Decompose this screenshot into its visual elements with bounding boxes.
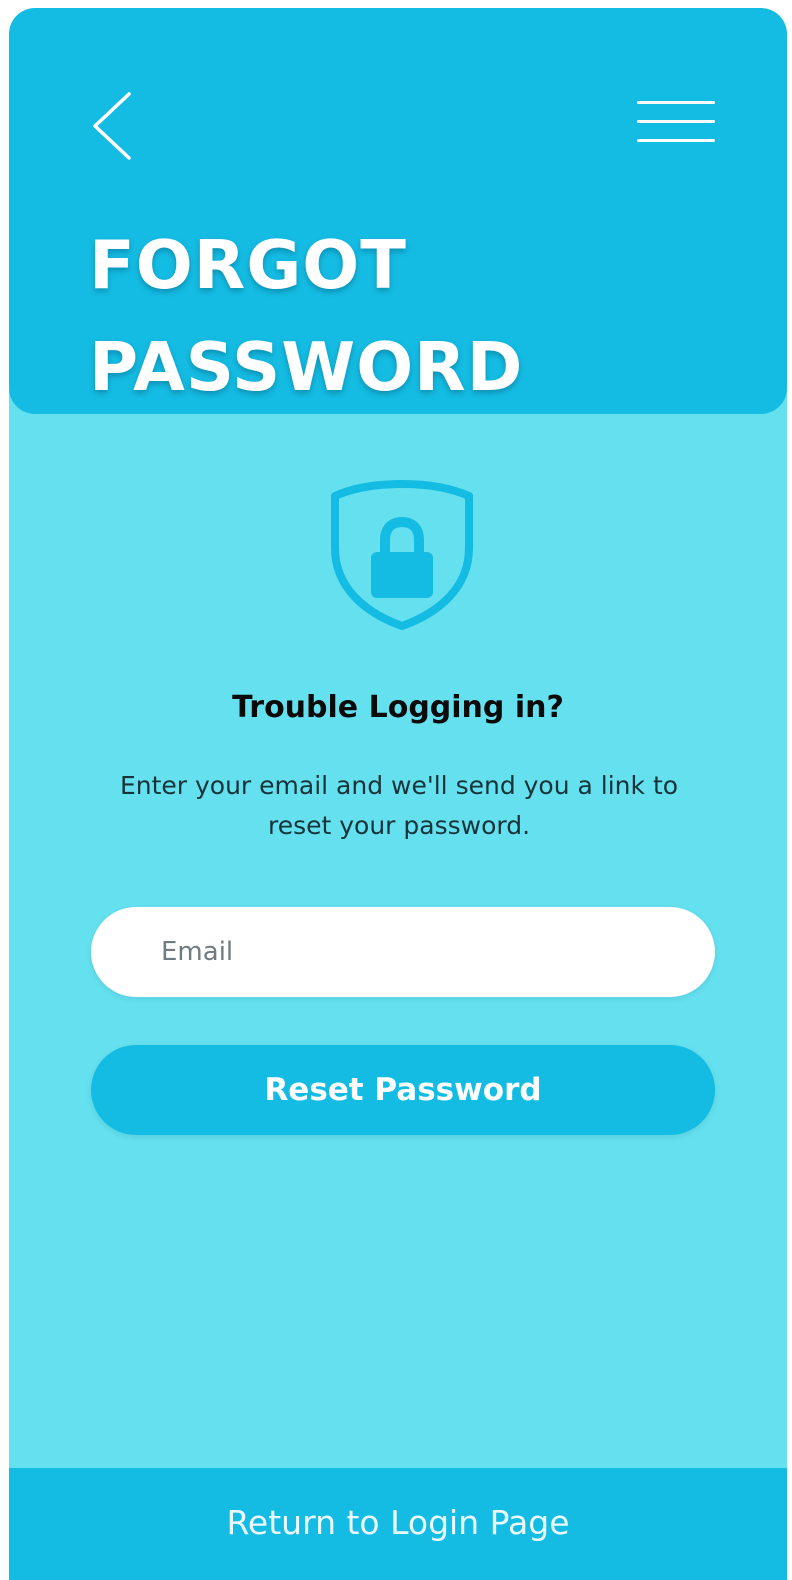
chevron-left-icon — [93, 92, 131, 160]
reset-password-button[interactable]: Reset Password — [91, 1045, 715, 1135]
page-title-line-1: FORGOT — [89, 226, 407, 304]
footer: Return to Login Page — [9, 1468, 787, 1580]
email-field[interactable] — [91, 907, 715, 997]
return-to-login-link[interactable]: Return to Login Page — [9, 1498, 787, 1548]
forgot-password-screen: FORGOT PASSWORD Trouble Logging in? Ente… — [9, 8, 787, 1580]
back-button[interactable] — [77, 88, 137, 164]
instructions-text: Enter your email and we'll send you a li… — [119, 771, 679, 840]
shield-lock-icon — [329, 478, 475, 630]
page-title: FORGOT PASSWORD — [89, 214, 689, 418]
page-title-line-2: PASSWORD — [89, 328, 524, 406]
hamburger-menu-icon — [637, 120, 715, 123]
hamburger-menu-icon — [637, 139, 715, 142]
hamburger-menu-icon — [637, 101, 715, 104]
menu-button[interactable] — [631, 94, 723, 146]
header: FORGOT PASSWORD — [9, 8, 787, 414]
trouble-heading: Trouble Logging in? — [232, 690, 564, 725]
